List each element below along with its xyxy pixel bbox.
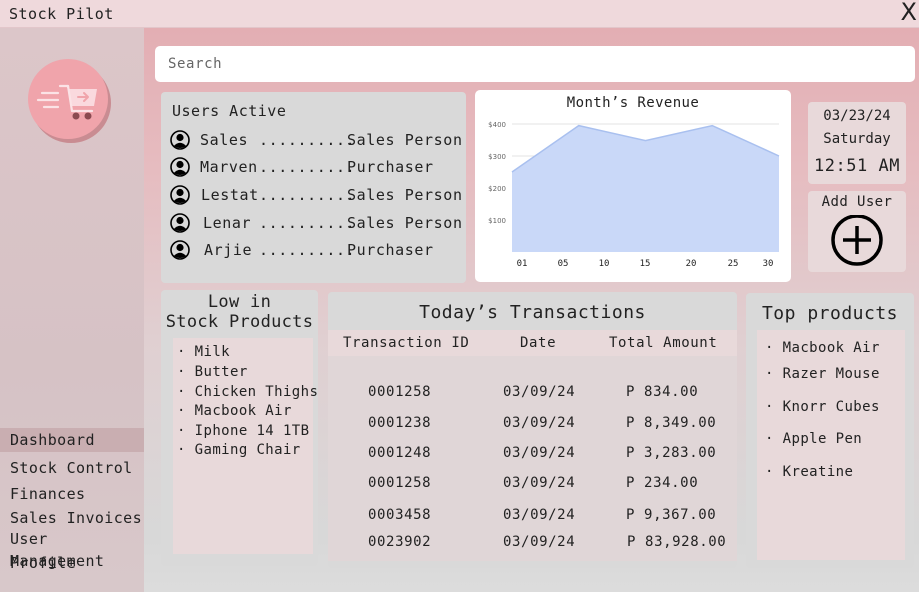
transaction-id-cell: 0023902: [368, 534, 432, 550]
y-tick-label: $200: [488, 185, 506, 193]
transactions-heading: Today’s Transactions: [419, 302, 646, 323]
transaction-id-cell: 0001238: [368, 415, 432, 431]
sidebar-item-user-management[interactable]: User Management: [0, 528, 144, 570]
user-dots: ..........: [259, 241, 356, 259]
user-name: Lestat: [201, 186, 259, 204]
revenue-chart-panel: Month’s Revenue $100 $200 $300 $400 01 05 10 15…: [475, 90, 791, 282]
transaction-id-cell: 0003458: [368, 507, 432, 523]
list-item: · Gaming Chair: [177, 442, 301, 458]
sidebar-item-finances[interactable]: Finances: [0, 483, 144, 505]
transaction-amount-cell: P 8,349.00: [626, 415, 717, 431]
user-avatar-icon: [170, 130, 190, 150]
list-item: · Razer Mouse: [765, 366, 880, 382]
user-role: Purchaser: [347, 158, 434, 176]
current-time: 12:51 AM: [814, 156, 900, 176]
user-name: Sales: [200, 131, 249, 149]
low-stock-list: · Milk · Butter · Chicken Thighs · Macbo…: [173, 338, 318, 554]
plus-circle-icon[interactable]: [830, 215, 884, 269]
list-item: · Apple Pen: [765, 431, 863, 447]
low-stock-heading-line1: Low in: [207, 292, 272, 312]
low-stock-heading-line2: Stock Products: [165, 312, 314, 332]
transaction-id-cell: 0001248: [368, 445, 432, 461]
low-stock-panel: Low in Stock Products · Milk · Butter · …: [161, 290, 318, 566]
x-tick-label: 15: [640, 259, 651, 269]
app-logo: [28, 59, 108, 139]
column-header-date: Date: [520, 335, 557, 351]
list-item: · Knorr Cubes: [765, 399, 880, 415]
low-stock-heading: Low in Stock Products: [161, 292, 318, 332]
transaction-amount-cell: P 834.00: [626, 384, 699, 400]
sidebar-item-profile[interactable]: Profile: [0, 552, 144, 574]
user-role: Sales Person: [347, 214, 463, 232]
user-role: Sales Person: [347, 131, 463, 149]
transaction-date-cell: 03/09/24: [503, 415, 576, 431]
current-date: 03/23/24: [823, 108, 891, 124]
column-header-transaction-id: Transaction ID: [343, 335, 470, 351]
x-tick-label: 25: [728, 259, 739, 269]
sidebar-item-dashboard[interactable]: Dashboard: [0, 428, 144, 452]
transaction-date-cell: 03/09/24: [503, 445, 576, 461]
revenue-chart: $100 $200 $300 $400 01 05 10 15 20 25 30: [488, 121, 780, 269]
user-avatar-icon: [170, 213, 190, 233]
user-dots: ..........: [259, 131, 356, 149]
transaction-id-cell: 0001258: [368, 384, 432, 400]
users-active-heading: Users Active: [172, 102, 287, 120]
transaction-amount-cell: P 234.00: [626, 475, 699, 491]
user-name: Arjie: [204, 241, 253, 259]
user-name: Lenar: [203, 214, 252, 232]
title-bar: Stock Pilot X: [0, 0, 919, 28]
list-item: · Milk: [177, 344, 230, 360]
x-tick-label: 20: [686, 259, 697, 269]
user-avatar-icon: [170, 185, 190, 205]
add-user-label: Add User: [821, 194, 893, 210]
sidebar-item-sales-invoices[interactable]: Sales Invoices: [0, 507, 144, 529]
user-dots: ..........: [259, 214, 356, 232]
user-role: Sales Person: [347, 186, 463, 204]
app-title: Stock Pilot: [9, 5, 114, 23]
current-day: Saturday: [823, 131, 891, 147]
transactions-panel: Today’s Transactions Transaction ID Date…: [328, 292, 737, 568]
user-name: Marven: [200, 158, 258, 176]
y-tick-label: $100: [488, 217, 506, 225]
list-item: · Chicken Thighs: [177, 384, 319, 400]
transaction-amount-cell: P 83,928.00: [627, 534, 727, 550]
user-dots: ..........: [259, 158, 356, 176]
transaction-date-cell: 03/09/24: [503, 534, 576, 550]
user-avatar-icon: [170, 157, 190, 177]
transaction-amount-cell: P 3,283.00: [626, 445, 717, 461]
x-tick-label: 10: [599, 259, 610, 269]
list-item: · Butter: [177, 364, 248, 380]
transaction-amount-cell: P 9,367.00: [626, 507, 717, 523]
top-products-heading: Top products: [761, 303, 899, 324]
y-tick-label: $400: [488, 121, 506, 129]
add-user-button[interactable]: Add User: [808, 191, 906, 272]
top-products-list: · Macbook Air · Razer Mouse · Knorr Cube…: [757, 330, 905, 560]
transactions-header-row: Transaction ID Date Total Amount: [328, 330, 737, 356]
close-icon[interactable]: X: [901, 0, 917, 27]
sidebar-item-stock-control[interactable]: Stock Control: [0, 457, 144, 479]
list-item: · Macbook Air: [765, 340, 880, 356]
shopping-cart-icon: [36, 84, 97, 120]
list-item: · Kreatine: [765, 464, 854, 480]
users-active-panel: Users Active Sales.......... Sales Person…: [161, 92, 466, 283]
x-tick-label: 30: [763, 259, 774, 269]
user-avatar-icon: [170, 240, 190, 260]
user-role: Purchaser: [347, 241, 434, 259]
top-products-panel: Top products · Macbook Air · Razer Mouse…: [746, 293, 914, 568]
list-item: · Iphone 14 1TB: [177, 423, 310, 439]
transaction-date-cell: 03/09/24: [503, 475, 576, 491]
transaction-date-cell: 03/09/24: [503, 384, 576, 400]
column-header-total-amount: Total Amount: [609, 335, 718, 351]
transaction-date-cell: 03/09/24: [503, 507, 576, 523]
list-item: · Macbook Air: [177, 403, 292, 419]
sidebar: Dashboard Stock Control Finances Sales I…: [0, 28, 144, 592]
x-tick-label: 05: [558, 259, 569, 269]
date-time-card: 03/23/24 Saturday 12:51 AM: [808, 102, 906, 184]
transaction-id-cell: 0001258: [368, 475, 432, 491]
user-dots: ..........: [259, 186, 356, 204]
x-tick-label: 01: [517, 259, 528, 269]
y-tick-label: $300: [488, 153, 506, 161]
search-input[interactable]: [155, 46, 915, 82]
